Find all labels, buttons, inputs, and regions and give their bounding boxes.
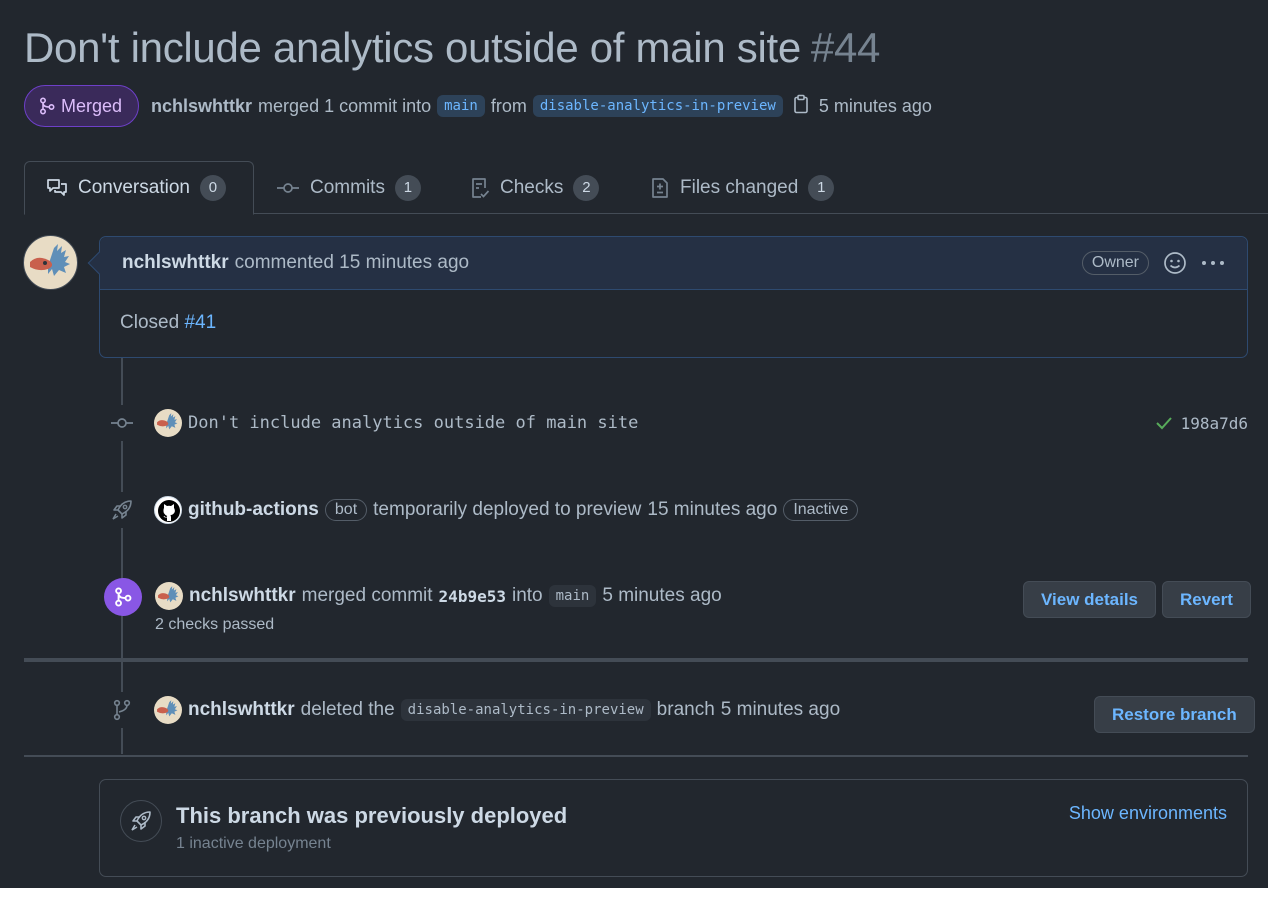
git-branch-icon (104, 692, 140, 728)
tab-counter: 0 (199, 175, 226, 201)
deployments-subtitle: 1 inactive deployment (176, 835, 331, 852)
from-text: from (490, 95, 527, 116)
pull-request-page: Don't include analytics outside of main … (0, 0, 1268, 888)
comment-body: Closed #41 (100, 290, 1247, 356)
tab-files-changed[interactable]: Files changed 1 (650, 161, 835, 214)
comment-action: commented 15 minutes ago (234, 252, 470, 273)
pr-title: Don't include analytics outside of main … (24, 24, 801, 71)
issue-link[interactable]: #41 (184, 312, 216, 333)
tab-label: Files changed (680, 176, 799, 198)
rocket-icon (104, 492, 140, 528)
target-branch[interactable]: main (548, 585, 597, 607)
copy-icon[interactable] (793, 94, 809, 119)
merged-time: 5 minutes ago (818, 95, 932, 116)
revert-button[interactable]: Revert (1162, 581, 1251, 618)
into-text: into (511, 585, 543, 606)
merge-icon (104, 578, 142, 616)
tab-counter: 1 (394, 174, 421, 201)
commit-message[interactable]: Don't include analytics outside of main … (188, 413, 638, 433)
merge-icon (39, 97, 55, 115)
tab-label: Conversation (78, 177, 190, 198)
commit-event: Don't include analytics outside of main … (104, 405, 1248, 441)
kebab-menu-icon[interactable] (1201, 259, 1225, 267)
timeline-end-separator (24, 755, 1248, 757)
tab-commits[interactable]: Commits 1 (276, 161, 421, 214)
tab-checks[interactable]: Checks 2 (470, 161, 600, 214)
avatar[interactable] (155, 582, 183, 610)
avatar[interactable] (23, 235, 78, 290)
git-commit-icon (104, 405, 140, 441)
author-link[interactable]: nchlswhttkr (151, 96, 252, 117)
merge-time: 5 minutes ago (602, 585, 722, 606)
tab-counter: 1 (808, 174, 835, 201)
status-badge: Inactive (783, 499, 859, 521)
merge-text: merged commit (301, 585, 433, 606)
delete-branch-event: nchlswhttkr deleted the disable-analytic… (104, 692, 840, 728)
bot-badge: bot (324, 499, 368, 521)
restore-branch-button[interactable]: Restore branch (1094, 696, 1255, 733)
comment-text: Closed (120, 312, 180, 333)
tab-label: Checks (500, 176, 564, 198)
merge-separator (24, 658, 1248, 662)
page-title: Don't include analytics outside of main … (24, 24, 880, 72)
tab-counter: 2 (573, 174, 600, 201)
smiley-icon[interactable] (1163, 251, 1187, 275)
commit-sha[interactable]: 198a7d6 (1181, 414, 1248, 433)
deploy-time: 15 minutes ago (647, 499, 778, 520)
merge-event: nchlswhttkr merged commit 24b9e53 into m… (104, 578, 722, 634)
check-icon[interactable] (1155, 416, 1173, 430)
view-details-button[interactable]: View details (1023, 581, 1157, 618)
head-branch[interactable]: disable-analytics-in-preview (532, 95, 783, 117)
comment-header: nchlswhttkr commented 15 minutes ago Own… (100, 237, 1247, 290)
deployments-box: This branch was previously deployed 1 in… (99, 779, 1248, 877)
actor-link[interactable]: github-actions (188, 499, 319, 521)
git-commit-icon (277, 182, 299, 193)
file-diff-icon (652, 177, 668, 198)
checklist-icon (472, 177, 490, 198)
avatar[interactable] (154, 696, 182, 724)
comment-box: nchlswhttkr commented 15 minutes ago Own… (87, 236, 1248, 358)
deploy-event: github-actions bot temporarily deployed … (104, 492, 864, 528)
tab-conversation[interactable]: Conversation 0 (24, 161, 254, 215)
base-branch[interactable]: main (437, 95, 485, 117)
show-environments-link[interactable]: Show environments (1069, 803, 1227, 824)
branch-text: branch (656, 699, 715, 720)
tab-label: Commits (310, 176, 385, 198)
actor-link[interactable]: nchlswhttkr (189, 585, 296, 607)
owner-badge: Owner (1081, 251, 1149, 275)
status-label: Merged (61, 95, 123, 116)
avatar[interactable] (154, 409, 182, 437)
deleted-text: deleted the (300, 699, 395, 720)
github-logo-icon[interactable] (154, 496, 182, 524)
comment-discussion-icon (47, 179, 67, 196)
deploy-text: temporarily deployed to preview (373, 499, 642, 520)
pr-number: #44 (810, 24, 881, 71)
pr-meta: Merged nchlswhttkr merged 1 commit into … (24, 85, 932, 127)
checks-passed[interactable]: 2 checks passed (155, 616, 722, 634)
comment-author[interactable]: nchlswhttkr (122, 252, 229, 274)
deleted-branch: disable-analytics-in-preview (400, 699, 651, 721)
merged-text: merged 1 commit into (258, 95, 432, 116)
rocket-icon (120, 800, 162, 842)
merge-commit-sha[interactable]: 24b9e53 (439, 587, 506, 606)
delete-time: 5 minutes ago (720, 699, 841, 720)
status-badge: Merged (24, 85, 140, 127)
deployments-title: This branch was previously deployed (176, 803, 568, 828)
pr-tabs: Conversation 0 Commits 1 Checks 2 Files … (24, 161, 1268, 215)
actor-link[interactable]: nchlswhttkr (188, 699, 295, 721)
